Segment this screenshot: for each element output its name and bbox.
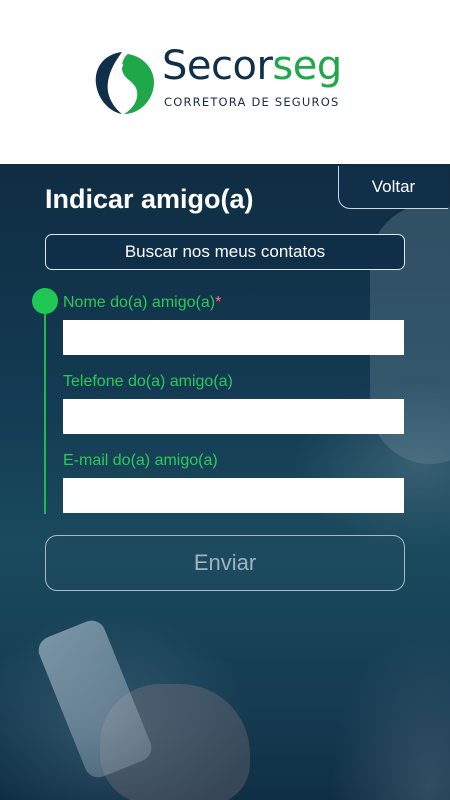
back-button[interactable]: Voltar xyxy=(338,166,448,209)
email-input[interactable] xyxy=(63,478,404,513)
logo-mark-icon xyxy=(95,52,154,114)
brand-tagline: CORRETORA DE SEGUROS xyxy=(164,95,340,109)
brand-name-part2: seg xyxy=(272,43,342,89)
page-title: Indicar amigo(a) xyxy=(45,184,254,214)
secorseg-logo: Secorseg CORRETORA DE SEGUROS xyxy=(90,42,360,122)
name-field-label: Nome do(a) amigo(a)* xyxy=(63,294,221,312)
referral-form-panel: Voltar Indicar amigo(a) Buscar nos meus … xyxy=(0,164,450,800)
phone-field-label: Telefone do(a) amigo(a) xyxy=(63,373,233,390)
phone-input[interactable] xyxy=(63,399,404,434)
submit-button[interactable]: Enviar xyxy=(45,535,405,591)
email-field-label: E-mail do(a) amigo(a) xyxy=(63,452,218,469)
form-progress-dot xyxy=(32,288,58,314)
required-mark: * xyxy=(215,294,222,311)
name-field-label-text: Nome do(a) amigo(a) xyxy=(63,294,216,311)
search-contacts-button[interactable]: Buscar nos meus contatos xyxy=(45,234,405,270)
brand-name-part1: Secor xyxy=(162,43,273,89)
app-header: Secorseg CORRETORA DE SEGUROS xyxy=(0,0,450,164)
form-progress-line xyxy=(44,292,46,514)
name-input[interactable] xyxy=(63,320,404,355)
brand-name: Secorseg xyxy=(162,46,342,86)
